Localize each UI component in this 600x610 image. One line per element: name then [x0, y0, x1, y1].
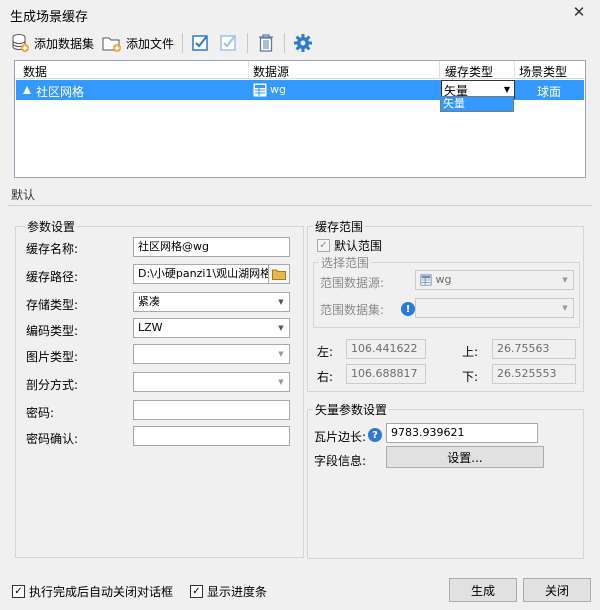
- checkbox-box[interactable]: ✓: [12, 585, 25, 598]
- auto-close-label: 执行完成后自动关闭对话框: [29, 585, 174, 599]
- dropdown-option-vector[interactable]: 矢量: [441, 97, 513, 111]
- help-icon[interactable]: ?: [368, 428, 382, 442]
- column-header-scene-type[interactable]: 场景类型: [519, 63, 567, 80]
- image-type-select[interactable]: ▼: [133, 344, 290, 364]
- storage-type-value: 紧凑: [138, 295, 160, 308]
- left-label: 左:: [317, 345, 334, 359]
- encoding-type-label: 编码类型:: [26, 324, 79, 338]
- chevron-down-icon[interactable]: ▼: [273, 373, 289, 391]
- column-divider[interactable]: [439, 61, 440, 79]
- chevron-down-icon[interactable]: ▼: [557, 271, 573, 289]
- storage-type-select[interactable]: 紧凑 ▼: [133, 292, 290, 312]
- toolbar: 添加数据集 添加文件: [10, 32, 313, 54]
- show-progress-checkbox[interactable]: ✓ 显示进度条: [190, 583, 267, 600]
- select-range-title: 选择范围: [319, 254, 372, 271]
- default-range-checkbox[interactable]: ✓ 默认范围: [317, 237, 382, 254]
- window-title: 生成场景缓存: [10, 10, 89, 25]
- encoding-type-value: LZW: [138, 321, 163, 334]
- row-datasource: wg: [270, 83, 286, 96]
- chevron-down-icon[interactable]: ▼: [273, 293, 289, 311]
- add-file-button[interactable]: 添加文件: [102, 32, 174, 54]
- cache-type-dropdown: 矢量: [440, 96, 514, 112]
- chevron-down-icon[interactable]: ▼: [557, 299, 573, 317]
- auto-close-checkbox[interactable]: ✓ 执行完成后自动关闭对话框: [12, 583, 173, 600]
- cache-path-label: 缓存路径:: [26, 270, 79, 284]
- cache-name-label: 缓存名称:: [26, 242, 79, 256]
- warning-info-icon: !: [401, 302, 415, 316]
- cache-name-field[interactable]: 社区网格@wg: [133, 237, 290, 257]
- invert-select-icon[interactable]: [219, 33, 239, 53]
- column-header-datasource[interactable]: 数据源: [253, 63, 289, 80]
- password-confirm-field[interactable]: [133, 426, 290, 446]
- grid-header: 数据 数据源 缓存类型 场景类型: [15, 61, 585, 79]
- add-file-label: 添加文件: [126, 36, 175, 51]
- close-button[interactable]: 关闭: [523, 578, 591, 602]
- image-type-label: 图片类型:: [26, 350, 79, 364]
- tab-divider: [8, 205, 592, 206]
- password-label: 密码:: [26, 406, 55, 420]
- range-datasource-label: 范围数据源:: [320, 276, 385, 290]
- toolbar-separator: [247, 33, 249, 53]
- params-group-title: 参数设置: [25, 218, 78, 235]
- right-field[interactable]: 106.688817: [346, 364, 426, 384]
- cache-path-field[interactable]: D:\小硬panzi1\观山湖网格: [133, 264, 269, 284]
- delete-icon[interactable]: [256, 33, 276, 53]
- default-range-label: 默认范围: [334, 239, 383, 253]
- tile-length-label: 瓦片边长:: [314, 430, 367, 444]
- split-method-label: 剖分方式:: [26, 378, 79, 392]
- storage-type-label: 存储类型:: [26, 298, 79, 312]
- column-divider[interactable]: [248, 61, 249, 79]
- datasource-icon: [253, 83, 267, 97]
- password-field[interactable]: [133, 400, 290, 420]
- tile-length-field[interactable]: 9783.939621: [386, 423, 538, 443]
- close-icon[interactable]: ✕: [571, 4, 587, 20]
- bottom-label: 下:: [462, 370, 479, 384]
- toolbar-separator: [182, 33, 184, 53]
- left-field[interactable]: 106.441622: [346, 339, 426, 359]
- add-dataset-label: 添加数据集: [34, 36, 95, 51]
- browse-folder-button[interactable]: [268, 264, 290, 284]
- split-method-select[interactable]: ▼: [133, 372, 290, 392]
- bottom-field[interactable]: 26.525553: [492, 364, 576, 384]
- folder-add-icon: [102, 37, 122, 52]
- select-all-icon[interactable]: [191, 33, 211, 53]
- right-label: 右:: [317, 370, 334, 384]
- gear-icon[interactable]: [293, 33, 313, 53]
- region-icon: [23, 86, 31, 94]
- chevron-down-icon[interactable]: ▼: [273, 345, 289, 363]
- chevron-down-icon[interactable]: ▼: [273, 319, 289, 337]
- range-datasource-value: wg: [435, 273, 452, 286]
- encoding-type-select[interactable]: LZW ▼: [133, 318, 290, 338]
- top-field[interactable]: 26.75563: [492, 339, 576, 359]
- settings-button[interactable]: 设置...: [386, 446, 544, 468]
- tab-default[interactable]: 默认: [11, 186, 35, 203]
- chevron-down-icon[interactable]: ▼: [504, 85, 510, 94]
- generate-button[interactable]: 生成: [449, 578, 517, 602]
- range-dataset-select[interactable]: ▼: [415, 298, 574, 318]
- range-datasource-select[interactable]: wg ▼: [415, 270, 574, 290]
- range-dataset-label: 范围数据集:: [320, 303, 385, 317]
- datasource-icon: [420, 274, 432, 286]
- field-info-label: 字段信息:: [314, 454, 367, 468]
- database-add-icon: [12, 34, 29, 52]
- column-divider[interactable]: [514, 61, 515, 79]
- checkbox-box[interactable]: ✓: [317, 239, 330, 252]
- top-label: 上:: [462, 345, 479, 359]
- add-dataset-button[interactable]: 添加数据集: [10, 32, 94, 54]
- password-confirm-label: 密码确认:: [26, 432, 79, 446]
- vector-params-title: 矢量参数设置: [313, 401, 390, 418]
- checkbox-box[interactable]: ✓: [190, 585, 203, 598]
- show-progress-label: 显示进度条: [207, 585, 268, 599]
- row-data-name: 社区网格: [36, 85, 85, 99]
- column-header-data[interactable]: 数据: [23, 63, 47, 80]
- folder-icon: [272, 269, 286, 280]
- cache-range-title: 缓存范围: [313, 218, 366, 235]
- dataset-grid: 数据 数据源 缓存类型 场景类型 社区网格 wg 矢量 ▼ 球面: [14, 60, 586, 178]
- toolbar-separator: [284, 33, 286, 53]
- row-scene-type: 球面: [537, 85, 562, 99]
- column-header-cache-type[interactable]: 缓存类型: [445, 63, 493, 80]
